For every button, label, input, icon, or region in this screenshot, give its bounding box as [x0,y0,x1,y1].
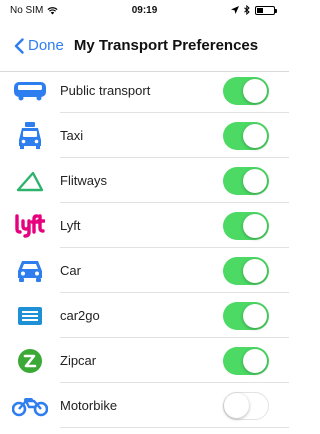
list-item-label: Lyft [60,218,81,233]
list-item-label: car2go [60,308,100,323]
car-icon [18,260,42,282]
navigation-bar: Done My Transport Preferences [0,20,289,72]
taxi-toggle[interactable] [223,121,269,150]
status-bar: No SIM 09:19 [0,0,289,20]
list-item-label: Flitways [60,173,107,188]
chevron-left-icon [14,37,24,54]
carrier-label: No SIM [10,4,44,16]
list-item-taxi[interactable]: Taxi [0,113,289,158]
list-item-label: Public transport [60,83,151,98]
list-item-motorbike[interactable]: Motorbike [0,383,289,428]
list-item-label: Taxi [60,128,84,143]
car2go-toggle[interactable] [223,301,269,330]
flitways-icon [16,171,44,191]
list-item-car[interactable]: Car [0,248,289,293]
list-item-flitways[interactable]: Flitways [0,158,289,203]
battery-icon [255,5,277,15]
page-title: My Transport Preferences [73,37,259,54]
lyft-icon [15,213,45,238]
zipcar-icon [18,348,42,373]
lyft-toggle[interactable] [223,211,269,240]
motorbike-icon [12,397,48,416]
car2go-icon [18,306,42,325]
list-item-label: Zipcar [60,353,97,368]
done-label: Done [28,37,64,54]
done-button[interactable]: Done [0,37,64,54]
location-arrow-icon [231,6,239,14]
zipcar-toggle[interactable] [223,346,269,375]
wifi-icon [47,6,58,14]
bus-icon [14,81,46,100]
motorbike-toggle[interactable] [223,391,269,420]
public-transport-toggle[interactable] [223,76,269,105]
list-item-zipcar[interactable]: Zipcar [0,338,289,383]
list-item-car2go[interactable]: car2go [0,293,289,338]
list-item-label: Car [60,263,81,278]
list-item-label: Motorbike [60,398,118,413]
list-item-public-transport[interactable]: Public transport [0,68,289,113]
list-item-lyft[interactable]: Lyft [0,203,289,248]
bluetooth-icon [244,5,250,15]
car-toggle[interactable] [223,256,269,285]
flitways-toggle[interactable] [223,166,269,195]
list-item-partial [0,428,289,434]
taxi-icon [19,121,41,149]
preferences-list: Public transport Taxi Flitways Lyft Car … [0,68,289,434]
